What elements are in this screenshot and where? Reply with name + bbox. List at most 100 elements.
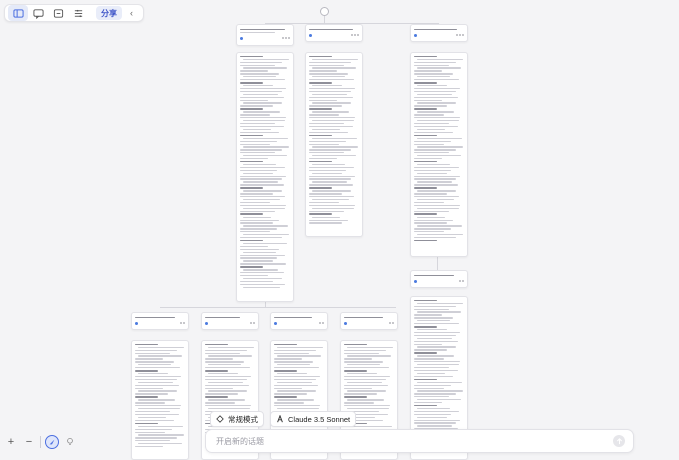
text-line: [240, 272, 284, 274]
answer-card[interactable]: [131, 340, 189, 460]
text-line: [414, 219, 453, 221]
text-line: [243, 155, 287, 157]
section-heading: [274, 369, 297, 372]
card-title: [237, 25, 293, 36]
text-line: [138, 381, 173, 384]
text-line: [414, 422, 456, 424]
text-line: [138, 425, 183, 428]
text-line: [414, 96, 458, 98]
text-line: [414, 152, 449, 154]
zoom-in-icon[interactable]: +: [4, 435, 18, 449]
text-line: [205, 378, 247, 381]
zoom-out-icon[interactable]: −: [22, 435, 36, 449]
text-line: [414, 90, 456, 93]
text-line: [277, 364, 310, 366]
text-line: [240, 254, 285, 256]
text-line: [240, 193, 273, 195]
diamond-icon: [216, 415, 224, 423]
text-line: [309, 105, 342, 107]
text-line: [309, 201, 339, 204]
text-line: [135, 378, 177, 381]
question-card[interactable]: [410, 24, 468, 42]
text-line: [138, 355, 182, 357]
text-line: [243, 102, 282, 104]
section-heading: [344, 396, 367, 398]
text-line: [309, 114, 339, 116]
mode-selector[interactable]: 常规模式: [210, 411, 264, 427]
chat-bubble-icon[interactable]: [28, 5, 48, 21]
question-card[interactable]: [270, 312, 328, 330]
section-heading: [414, 108, 437, 110]
text-line: [240, 204, 286, 207]
text-line: [243, 251, 276, 253]
model-selector[interactable]: Claude 3.5 Sonnet: [270, 411, 357, 427]
text-line: [309, 184, 353, 186]
text-line: [414, 70, 442, 72]
text-line: [414, 178, 456, 180]
answer-body: [411, 53, 467, 245]
chevron-left-icon[interactable]: ‹: [130, 8, 133, 18]
question-card[interactable]: [340, 312, 398, 330]
share-button[interactable]: 分享: [96, 6, 122, 20]
text-line: [240, 117, 286, 119]
text-line: [344, 387, 372, 389]
text-line: [417, 425, 452, 427]
avatar: [309, 33, 312, 37]
root-node[interactable]: [320, 7, 329, 16]
section-heading: [240, 108, 263, 110]
section-heading: [135, 396, 158, 398]
text-line: [417, 302, 463, 305]
section-heading: [240, 81, 263, 84]
text-line: [309, 64, 344, 66]
lightbulb-icon[interactable]: [63, 435, 77, 449]
section-heading: [414, 160, 437, 163]
text-line: [414, 228, 451, 230]
text-line: [414, 204, 460, 207]
text-line: [240, 280, 273, 283]
text-line: [243, 172, 273, 174]
text-line: [312, 67, 356, 69]
mind-map-canvas[interactable]: [0, 0, 679, 460]
text-line: [312, 58, 358, 61]
answer-card[interactable]: [305, 52, 363, 237]
navigate-icon[interactable]: [45, 435, 59, 449]
send-button[interactable]: [613, 435, 625, 447]
text-line: [417, 355, 454, 357]
text-line: [240, 157, 268, 160]
text-line: [240, 275, 268, 277]
text-line: [414, 193, 447, 195]
text-line: [414, 99, 442, 101]
answer-card[interactable]: [410, 52, 468, 257]
question-card[interactable]: [305, 24, 363, 42]
text-line: [312, 85, 342, 87]
text-line: [414, 149, 456, 151]
text-line: [312, 190, 351, 192]
text-line: [274, 367, 319, 369]
text-line: [414, 157, 442, 160]
text-line: [414, 331, 460, 334]
section-heading: [205, 343, 228, 346]
text-line: [135, 410, 170, 413]
section-heading: [240, 55, 263, 58]
answer-card[interactable]: [236, 52, 294, 302]
text-line: [414, 334, 456, 337]
text-line: [414, 305, 456, 307]
text-line: [417, 120, 459, 122]
question-card[interactable]: [201, 312, 259, 330]
new-topic-input[interactable]: [214, 435, 613, 447]
text-line: [414, 410, 459, 413]
text-line: [240, 79, 285, 81]
question-card[interactable]: [410, 270, 468, 288]
sidebar-icon[interactable]: [8, 5, 28, 21]
text-line: [138, 373, 168, 375]
text-line: [208, 355, 252, 357]
text-line: [414, 419, 460, 421]
question-card[interactable]: [236, 24, 294, 46]
text-line: [344, 367, 389, 369]
list-settings-icon[interactable]: [68, 5, 88, 21]
question-card[interactable]: [131, 312, 189, 330]
message-icon[interactable]: [48, 5, 68, 21]
text-line: [309, 90, 351, 93]
text-line: [138, 443, 182, 445]
text-line: [417, 225, 462, 227]
